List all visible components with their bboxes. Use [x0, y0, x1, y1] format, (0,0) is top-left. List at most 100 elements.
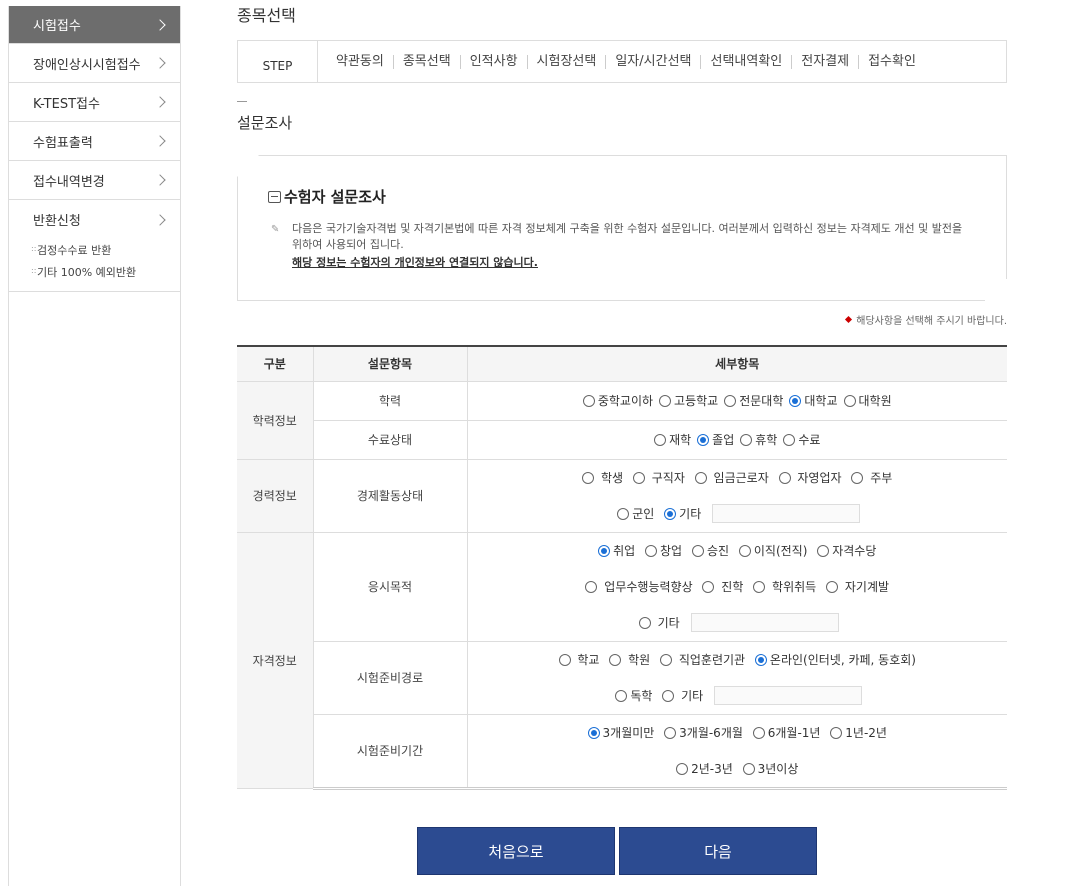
route-option-other[interactable]: 기타 — [662, 687, 703, 704]
option-label: 이직(전직) — [753, 544, 808, 558]
header-detail: 세부항목 — [467, 346, 1007, 382]
education-option-university[interactable]: 대학교 — [789, 392, 838, 409]
option-label: 창업 — [660, 544, 683, 558]
option-label: 3개월미만 — [602, 726, 655, 740]
route-other-input[interactable] — [714, 686, 863, 705]
step-confirm-selection: 선택내역확인 — [701, 54, 793, 69]
pencil-icon: ✎ — [271, 224, 280, 235]
period-option-3m-6m[interactable]: 3개월-6개월 — [664, 724, 743, 741]
purpose-option-degree[interactable]: 학위취득 — [753, 578, 816, 595]
option-label: 업무수행능력향상 — [604, 580, 693, 594]
purpose-other-input[interactable] — [690, 613, 839, 632]
radio-icon — [752, 726, 765, 739]
chevron-right-icon — [154, 18, 166, 31]
option-label: 휴학 — [755, 433, 778, 447]
sidebar-item-ktest[interactable]: K-TEST접수 — [9, 83, 180, 122]
option-label: 학위취득 — [772, 580, 817, 594]
economic-option-military[interactable]: 군인 — [617, 505, 654, 522]
education-option-high[interactable]: 고등학교 — [659, 392, 718, 409]
economic-option-self-employed[interactable]: 자영업자 — [778, 469, 842, 486]
item-purpose: 응시목적 — [313, 532, 468, 642]
next-button[interactable]: 다음 — [619, 827, 817, 875]
graduation-options: 재학 졸업 휴학 수료 — [467, 420, 1007, 460]
sidebar-item-label: K-TEST접수 — [33, 96, 100, 112]
purpose-option-employment[interactable]: 취업 — [598, 542, 635, 559]
survey-info-text: 다음은 국가기술자격법 및 자격기본법에 따른 자격 정보체계 구축을 위한 수… — [292, 222, 963, 251]
option-label: 직업훈련기관 — [678, 653, 746, 667]
purpose-option-self-development[interactable]: 자기계발 — [826, 578, 889, 595]
economic-options: 학생 구직자 임금근로자 자영업자 주부 군인 기타 — [467, 459, 1007, 533]
radio-icon — [676, 762, 689, 775]
step-select-datetime: 일자/시간선택 — [606, 54, 702, 69]
economic-option-homemaker[interactable]: 주부 — [851, 469, 892, 486]
economic-option-employee[interactable]: 임금근로자 — [694, 469, 769, 486]
route-option-academy[interactable]: 학원 — [609, 651, 650, 668]
radio-icon — [638, 616, 651, 629]
purpose-option-other[interactable]: 기타 — [638, 614, 680, 631]
purpose-option-job-change[interactable]: 이직(전직) — [738, 542, 808, 559]
sidebar-item-disabled-apply[interactable]: 장애인상시시험접수 — [9, 44, 180, 83]
purpose-option-advancement[interactable]: 진학 — [702, 578, 743, 595]
step-label: STEP — [238, 40, 318, 83]
sidebar-item-change[interactable]: 접수내역변경 — [9, 161, 180, 200]
economic-other-input[interactable] — [712, 504, 861, 523]
sidebar-item-exam-apply[interactable]: 시험접수 — [9, 6, 180, 44]
option-label: 임금근로자 — [713, 471, 769, 485]
education-option-college[interactable]: 전문대학 — [724, 392, 783, 409]
table-row: 학력정보 학력 중학교이하 고등학교 전문대학 대학교 대학원 — [237, 381, 1007, 460]
graduation-option-enrolled[interactable]: 재학 — [654, 431, 691, 448]
survey-info-box: 수험자 설문조사 ✎ 다음은 국가기술자격법 및 자격기본법에 따른 자격 정보… — [237, 155, 1007, 301]
graduation-option-completed[interactable]: 수료 — [783, 431, 820, 448]
sidebar-item-ticket-print[interactable]: 수험표출력 — [9, 122, 180, 161]
corner-decoration — [237, 155, 259, 177]
sidebar-item-refund[interactable]: 반환신청 — [9, 200, 180, 239]
radio-icon — [738, 544, 751, 557]
route-option-self-study[interactable]: 독학 — [615, 687, 652, 704]
category-career: 경력정보 — [237, 459, 314, 533]
purpose-option-startup[interactable]: 창업 — [645, 542, 682, 559]
education-option-middle[interactable]: 중학교이하 — [582, 392, 654, 409]
first-button[interactable]: 처음으로 — [417, 827, 615, 875]
required-notice: 해당사항을 선택해 주시기 바랍니다. — [845, 312, 1007, 327]
economic-option-student[interactable]: 학생 — [582, 469, 623, 486]
route-option-online[interactable]: 온라인(인터넷, 카페, 동호회) — [754, 651, 916, 668]
option-label: 주부 — [870, 471, 893, 485]
table-row: 수료상태 재학 졸업 휴학 수료 — [237, 420, 1007, 460]
economic-option-jobseeker[interactable]: 구직자 — [632, 469, 685, 486]
option-label: 자기계발 — [844, 580, 890, 594]
sidebar-subitem-fee-refund[interactable]: 검정수수료 반환 — [9, 239, 180, 261]
radio-icon — [783, 433, 796, 446]
period-option-1y-2y[interactable]: 1년-2년 — [830, 724, 887, 741]
purpose-option-promotion[interactable]: 승진 — [691, 542, 729, 559]
step-payment: 전자결제 — [792, 54, 860, 69]
step-bar: STEP 약관동의 종목선택 인적사항 시험장선택 일자/시간선택 선택내역확인… — [237, 40, 1007, 83]
period-option-6m-1y[interactable]: 6개월-1년 — [752, 724, 821, 741]
graduation-option-leave[interactable]: 휴학 — [740, 431, 777, 448]
route-option-school[interactable]: 학교 — [558, 651, 599, 668]
purpose-option-capability[interactable]: 업무수행능력향상 — [585, 578, 693, 595]
table-row: 자격정보 응시목적 취업 창업 승진 이직(전직) 자격수당 업무수행능력향상 … — [237, 532, 1007, 789]
period-option-under-3m[interactable]: 3개월미만 — [587, 724, 655, 741]
chevron-right-icon — [154, 57, 166, 69]
period-option-2y-3y[interactable]: 2년-3년 — [676, 760, 733, 777]
radio-checked-icon — [754, 653, 767, 666]
education-option-graduate[interactable]: 대학원 — [843, 392, 892, 409]
option-label: 중학교이하 — [597, 394, 654, 408]
table-row: 시험준비기간 3개월미만 3개월-6개월 6개월-1년 1년-2년 2년-3년 … — [237, 714, 1007, 790]
option-label: 전문대학 — [739, 394, 784, 408]
economic-option-other[interactable]: 기타 — [664, 505, 701, 522]
period-option-over-3y[interactable]: 3년이상 — [742, 760, 798, 777]
radio-checked-icon — [697, 433, 710, 446]
survey-info-emphasis: 해당 정보는 수험자의 개인정보와 연결되지 않습니다. — [292, 256, 538, 269]
purpose-option-allowance[interactable]: 자격수당 — [817, 542, 876, 559]
sidebar-group-refund: 반환신청 검정수수료 반환 기타 100% 예외반환 — [9, 200, 180, 292]
option-label: 6개월-1년 — [767, 726, 821, 740]
education-options: 중학교이하 고등학교 전문대학 대학교 대학원 — [467, 381, 1007, 421]
sidebar-subitem-exception-refund[interactable]: 기타 100% 예외반환 — [9, 261, 180, 283]
purpose-options: 취업 창업 승진 이직(전직) 자격수당 업무수행능력향상 진학 학위취득 자기… — [467, 532, 1007, 642]
radio-icon — [826, 580, 839, 593]
route-option-vocational[interactable]: 직업훈련기관 — [660, 651, 745, 668]
graduation-option-graduated[interactable]: 졸업 — [697, 431, 734, 448]
divider — [237, 101, 247, 102]
radio-icon — [615, 689, 628, 702]
